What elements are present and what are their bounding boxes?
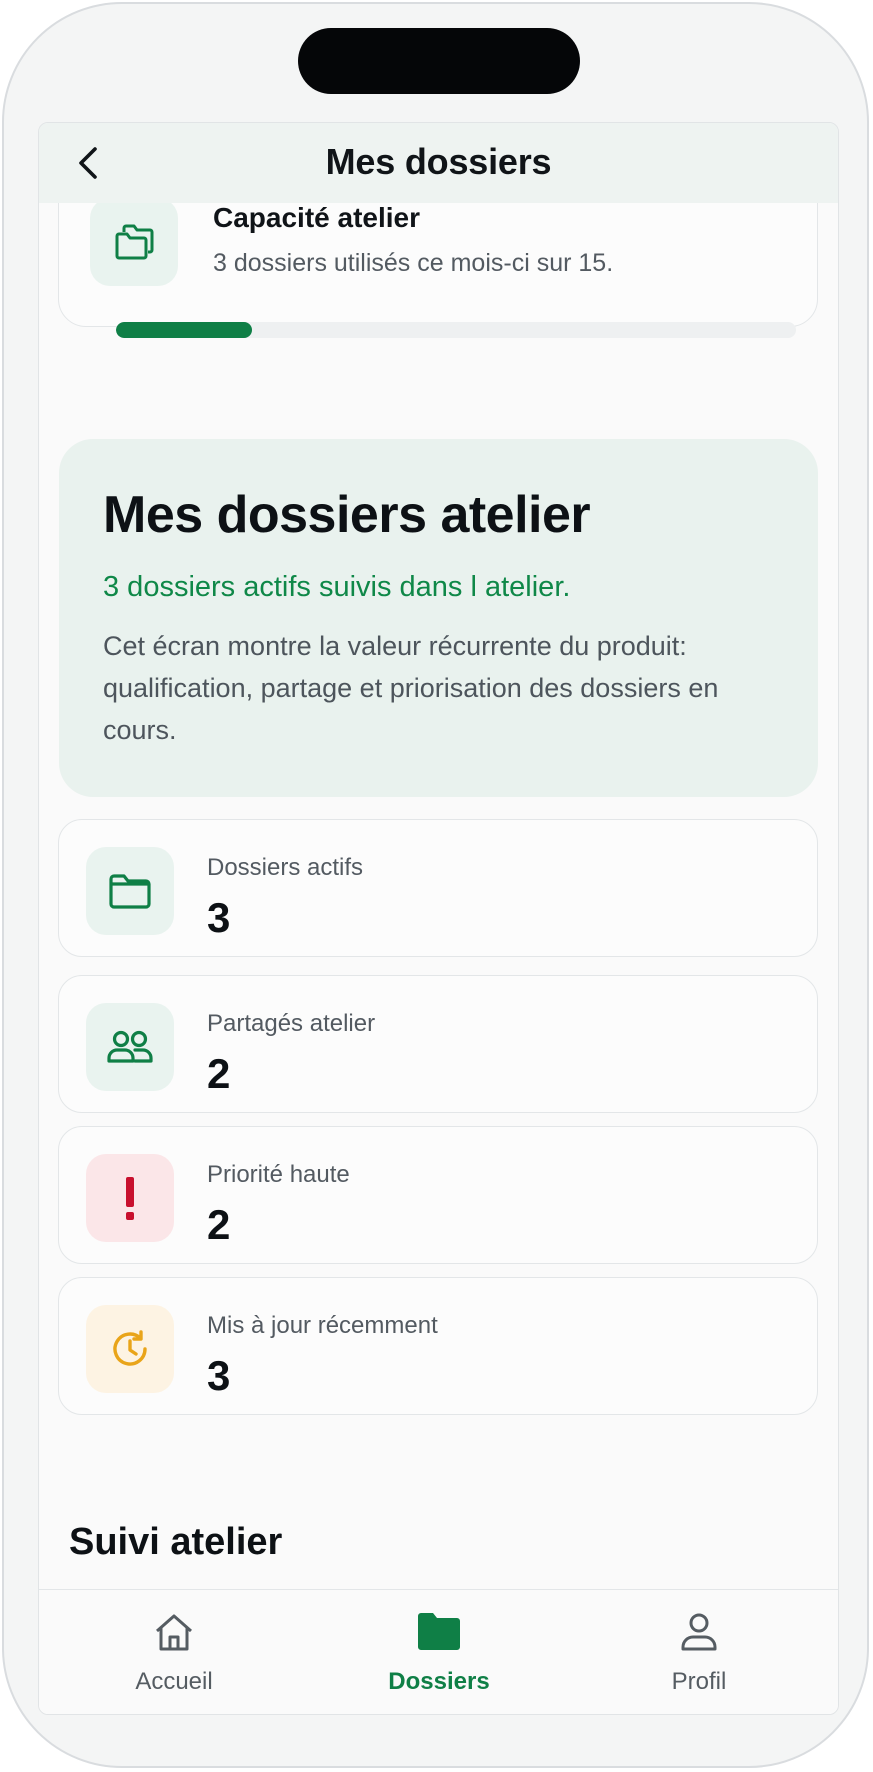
- top-app-bar: Mes dossiers: [39, 123, 838, 203]
- stat-card-mis-a-jour[interactable]: Mis à jour récemment 3: [58, 1277, 818, 1415]
- capacity-progress-bar: [116, 322, 796, 338]
- home-icon: [156, 1614, 192, 1651]
- exclamation-icon: [86, 1154, 174, 1242]
- app-screen: Capacité atelier 3 dossiers utilisés ce …: [38, 122, 839, 1715]
- stat-value: 3: [207, 1352, 231, 1399]
- stat-value: 2: [207, 1201, 231, 1248]
- capacity-progress-fill: [116, 322, 252, 338]
- dynamic-island: [298, 28, 580, 94]
- scroll-content: Capacité atelier 3 dossiers utilisés ce …: [39, 123, 838, 1714]
- phone-frame: Capacité atelier 3 dossiers utilisés ce …: [2, 2, 869, 1768]
- stat-card-priorite-haute[interactable]: Priorité haute 2: [58, 1126, 818, 1264]
- capacity-subtitle: 3 dossiers utilisés ce mois-ci sur 15.: [213, 249, 614, 277]
- page-title: Mes dossiers: [325, 141, 552, 182]
- capacity-title: Capacité atelier: [213, 202, 420, 233]
- stat-label: Dossiers actifs: [207, 854, 364, 881]
- hero-panel: Mes dossiers atelier 3 dossiers actifs s…: [59, 439, 818, 797]
- stat-label: Mis à jour récemment: [207, 1312, 438, 1339]
- tab-label: Accueil: [135, 1668, 213, 1695]
- tab-label: Dossiers: [388, 1668, 490, 1695]
- users-icon: [86, 1003, 174, 1091]
- tab-dossiers[interactable]: Dossiers: [349, 1590, 529, 1714]
- stat-value: 3: [207, 894, 231, 941]
- stat-card-dossiers-actifs[interactable]: Dossiers actifs 3: [58, 819, 818, 957]
- bottom-tab-bar: Accueil Dossiers Profil: [39, 1589, 838, 1714]
- hero-subtitle: 3 dossiers actifs suivis dans l atelier.: [103, 571, 571, 603]
- hero-title: Mes dossiers atelier: [103, 486, 591, 544]
- clock-refresh-icon: [86, 1305, 174, 1393]
- folder-filled-icon: [418, 1613, 460, 1650]
- user-icon: [681, 1613, 717, 1651]
- stat-label: Partagés atelier: [207, 1010, 376, 1037]
- folder-icon: [86, 847, 174, 935]
- stat-label: Priorité haute: [207, 1161, 350, 1188]
- tab-label: Profil: [671, 1668, 727, 1695]
- hero-description: Cet écran montre la valeur récurrente du…: [103, 631, 719, 745]
- stat-card-partages-atelier[interactable]: Partagés atelier 2: [58, 975, 818, 1113]
- section-title: Suivi atelier: [69, 1521, 283, 1563]
- tab-profil[interactable]: Profil: [609, 1590, 789, 1714]
- stat-value: 2: [207, 1050, 231, 1097]
- stack-icon: [90, 198, 178, 286]
- tab-accueil[interactable]: Accueil: [84, 1590, 264, 1714]
